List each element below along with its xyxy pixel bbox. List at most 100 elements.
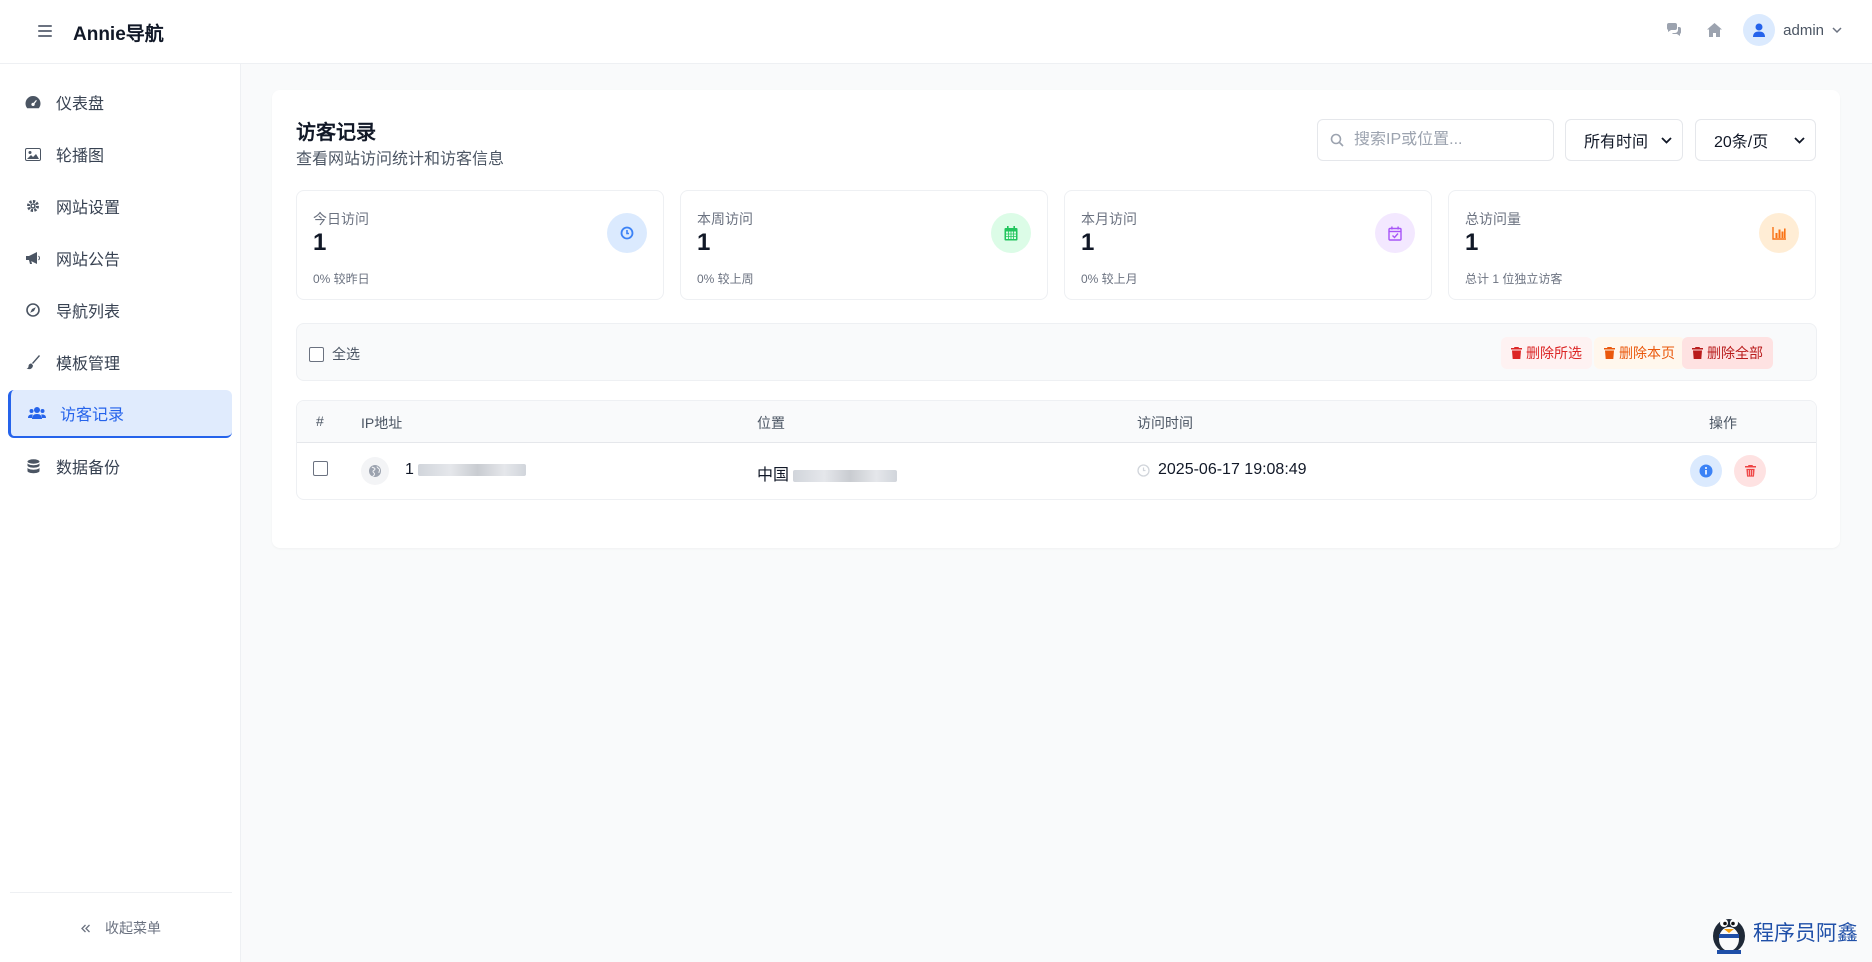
watermark: 程序员阿鑫 <box>1709 910 1858 954</box>
visit-time: 2025-06-17 19:08:49 <box>1137 461 1307 479</box>
sidebar-nav: 仪表盘 轮播图 网站设置 网站公告 导航列表 模板管理 访客记录 数据备份 <box>0 64 240 490</box>
penguin-logo <box>1713 919 1745 954</box>
sidebar: 仪表盘 轮播图 网站设置 网站公告 导航列表 模板管理 访客记录 数据备份 收起… <box>0 64 241 962</box>
delete-page-button[interactable]: 删除本页 <box>1594 337 1685 369</box>
page-size-value: 20条/页 <box>1714 134 1769 151</box>
home-icon[interactable] <box>1703 19 1725 41</box>
search-icon <box>1330 133 1344 147</box>
page-subtitle: 查看网站访问统计和访客信息 <box>296 151 505 168</box>
globe-icon <box>361 457 389 485</box>
user-menu[interactable]: admin <box>1743 14 1842 46</box>
chevron-down-icon <box>1661 136 1672 144</box>
view-details-button[interactable] <box>1690 455 1722 487</box>
page-title: 访客记录 <box>296 122 376 144</box>
header-actions: admin <box>1663 14 1842 46</box>
redacted-ip <box>418 463 527 476</box>
sidebar-item-announcement[interactable]: 网站公告 <box>8 234 232 282</box>
menu-toggle-icon[interactable] <box>38 22 56 40</box>
stat-card-month: 本月访问 1 0% 较上月 <box>1064 190 1432 300</box>
sidebar-item-visitor-log[interactable]: 访客记录 <box>8 390 232 438</box>
table-row: 1 中国 2025-06-17 19:08:49 <box>297 443 1816 499</box>
column-actions: 操作 <box>1709 415 1737 431</box>
ip-address-value: 1 <box>405 461 414 478</box>
sidebar-item-label: 轮播图 <box>56 148 105 165</box>
sidebar-item-label: 网站设置 <box>56 200 121 217</box>
stat-card-today: 今日访问 1 0% 较昨日 <box>296 190 664 300</box>
stat-value: 1 <box>313 229 327 256</box>
clock-icon <box>607 213 647 253</box>
time-filter-value: 所有时间 <box>1584 134 1649 151</box>
dashboard-icon <box>24 93 42 111</box>
info-icon <box>1699 464 1713 478</box>
stat-compare: 0% 较昨日 <box>313 272 370 286</box>
trash-icon <box>1604 347 1615 359</box>
stat-value: 1 <box>697 229 711 256</box>
database-icon <box>24 457 42 475</box>
collapse-menu-button[interactable]: 收起菜单 <box>10 892 232 962</box>
redacted-location <box>793 469 898 482</box>
column-ip: IP地址 <box>361 415 403 431</box>
stat-card-week: 本周访问 1 0% 较上周 <box>680 190 1048 300</box>
bullhorn-icon <box>24 249 42 267</box>
select-all-label: 全选 <box>332 346 360 362</box>
select-all[interactable]: 全选 <box>309 344 360 364</box>
sidebar-item-carousel[interactable]: 轮播图 <box>8 130 232 178</box>
column-location: 位置 <box>757 415 785 431</box>
trash-icon <box>1511 347 1522 359</box>
stat-label: 今日访问 <box>313 211 369 227</box>
bulk-actions-toolbar: 全选 删除所选 删除本页 删除全部 <box>296 323 1817 381</box>
trash-icon <box>1744 465 1756 477</box>
select-all-checkbox[interactable] <box>309 346 324 362</box>
watermark-text: 程序员阿鑫 <box>1753 921 1858 945</box>
delete-page-label: 删除本页 <box>1619 345 1675 361</box>
stat-compare: 总计 1 位独立访客 <box>1465 272 1563 286</box>
ip-address: 1 <box>405 461 527 479</box>
gear-icon <box>24 197 42 215</box>
delete-all-button[interactable]: 删除全部 <box>1682 337 1773 369</box>
collapse-menu-label: 收起菜单 <box>105 919 161 936</box>
users-icon <box>28 404 46 422</box>
chevron-down-icon <box>1832 26 1842 33</box>
column-time: 访问时间 <box>1137 415 1193 431</box>
sidebar-item-label: 导航列表 <box>56 304 121 321</box>
stat-value: 1 <box>1081 229 1095 256</box>
stat-compare: 0% 较上月 <box>1081 272 1138 286</box>
sidebar-item-label: 仪表盘 <box>56 96 105 113</box>
sidebar-item-label: 访客记录 <box>60 407 125 424</box>
compass-icon <box>24 301 42 319</box>
visitor-log-card: 访客记录 查看网站访问统计和访客信息 所有时间 20条/页 今日访问 1 0% … <box>272 90 1840 548</box>
avatar-icon <box>1743 14 1776 46</box>
sidebar-item-label: 模板管理 <box>56 356 121 373</box>
page-size-select[interactable]: 20条/页 <box>1695 119 1816 161</box>
sidebar-item-dashboard[interactable]: 仪表盘 <box>8 78 232 126</box>
visitor-table: # IP地址 位置 访问时间 操作 1 中国 2025-06-17 19:08:… <box>296 400 1817 500</box>
search-input[interactable] <box>1354 131 1534 149</box>
column-index: # <box>316 413 324 429</box>
sidebar-item-label: 网站公告 <box>56 252 121 269</box>
delete-row-button[interactable] <box>1734 455 1766 487</box>
top-bar: Annie导航 admin <box>0 0 1872 64</box>
sidebar-item-templates[interactable]: 模板管理 <box>8 338 232 386</box>
sidebar-item-site-settings[interactable]: 网站设置 <box>8 182 232 230</box>
brush-icon <box>24 353 42 371</box>
sidebar-item-backup[interactable]: 数据备份 <box>8 442 232 490</box>
stat-value: 1 <box>1465 229 1479 256</box>
stat-label: 本月访问 <box>1081 211 1137 227</box>
chevron-down-icon <box>1794 136 1805 144</box>
chat-icon[interactable] <box>1663 19 1685 41</box>
table-header: # IP地址 位置 访问时间 操作 <box>297 401 1816 443</box>
row-checkbox[interactable] <box>313 461 328 476</box>
time-filter-select[interactable]: 所有时间 <box>1565 119 1683 161</box>
sidebar-item-nav-list[interactable]: 导航列表 <box>8 286 232 334</box>
stat-label: 总访问量 <box>1465 211 1521 227</box>
location: 中国 <box>757 461 898 485</box>
location-value: 中国 <box>757 467 790 484</box>
stat-card-total: 总访问量 1 总计 1 位独立访客 <box>1448 190 1816 300</box>
visit-time-value: 2025-06-17 19:08:49 <box>1158 461 1307 478</box>
clock-icon <box>1137 463 1150 477</box>
delete-selected-label: 删除所选 <box>1526 345 1582 361</box>
username: admin <box>1783 21 1824 39</box>
sidebar-item-label: 数据备份 <box>56 460 121 477</box>
stat-label: 本周访问 <box>697 211 753 227</box>
delete-selected-button[interactable]: 删除所选 <box>1501 337 1592 369</box>
